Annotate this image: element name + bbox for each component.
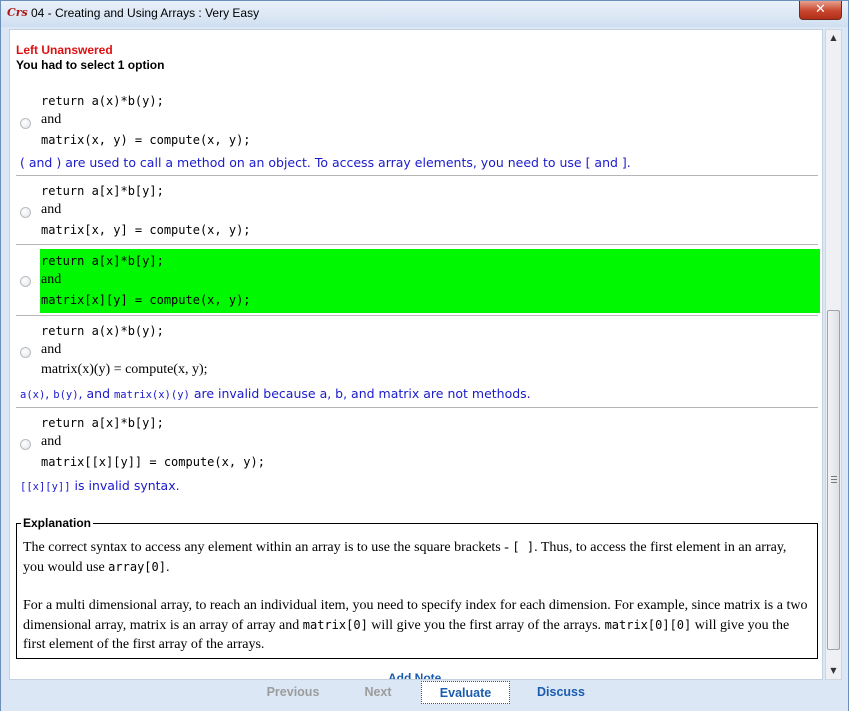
explanation-code: [ ] [512, 540, 535, 554]
feedback-text: is invalid syntax. [70, 478, 180, 493]
option-line: and [41, 272, 62, 287]
option-feedback: [[x][y]] is invalid syntax. [20, 478, 180, 493]
option-line: matrix[x, y] = compute(x, y); [41, 223, 251, 237]
explanation-box: Explanation The correct syntax to access… [16, 516, 818, 659]
option-line: and [41, 342, 62, 357]
add-note-link[interactable]: Add Note [388, 671, 441, 679]
feedback-code: b(y) [53, 389, 79, 401]
answer-option-5: return a[x]*b[y]; and matrix[[x][y]] = c… [16, 414, 818, 500]
explanation-paragraph-1: The correct syntax to access any element… [23, 538, 808, 577]
option-text: return a[x]*b[y]; and matrix[[x][y]] = c… [40, 414, 820, 474]
explanation-paragraph-2: For a multi dimensional array, to reach … [23, 596, 808, 655]
option-line: return a[x]*b[y]; [41, 184, 164, 198]
option-divider [16, 315, 818, 316]
explanation-code: matrix[0] [302, 617, 368, 632]
option-line: matrix(x, y) = compute(x, y); [41, 133, 251, 147]
discuss-button[interactable]: Discuss [527, 681, 595, 704]
correct-answer-highlight: return a[x]*b[y]; and matrix[x][y] = com… [40, 249, 820, 313]
option-line: and [41, 434, 62, 449]
option-divider [16, 175, 818, 176]
option-line: return a[x]*b[y]; [41, 254, 164, 268]
option-feedback: a(x), b(y), and matrix(x)(y) are invalid… [20, 386, 531, 401]
option-radio[interactable] [20, 347, 31, 358]
grip-icon [831, 476, 837, 483]
explanation-code: matrix[0][0] [604, 617, 692, 632]
option-radio[interactable] [20, 439, 31, 450]
option-line: and [41, 112, 62, 127]
dialog-window: Crs 04 - Creating and Using Arrays : Ver… [0, 0, 849, 711]
next-button[interactable]: Next [356, 681, 400, 704]
option-text: return a(x)*b(y); and matrix(x, y) = com… [40, 91, 820, 151]
feedback-text: are invalid because a, b, and matrix are… [189, 386, 531, 401]
footer-toolbar: Previous Next Evaluate Discuss [1, 680, 848, 711]
feedback-code: matrix(x)(y) [113, 389, 190, 401]
option-text: return a(x)*b(y); and matrix(x)(y) = com… [40, 322, 820, 382]
scrollbar-thumb[interactable] [827, 310, 840, 650]
previous-button[interactable]: Previous [257, 681, 329, 704]
explanation-code: array[0] [108, 559, 166, 574]
option-radio[interactable] [20, 118, 31, 129]
close-button[interactable]: ✕ [799, 1, 842, 20]
scroll-up-arrow-icon[interactable]: ▲ [826, 30, 841, 46]
evaluate-button[interactable]: Evaluate [421, 681, 510, 704]
option-line: matrix[[x][y]] = compute(x, y); [41, 455, 265, 469]
option-line: matrix(x)(y) = compute(x, y); [41, 362, 208, 377]
question-panel: Left Unanswered You had to select 1 opti… [9, 29, 823, 680]
answer-option-4: return a(x)*b(y); and matrix(x)(y) = com… [16, 322, 818, 408]
vertical-scrollbar[interactable]: ▲ ▼ [825, 29, 842, 680]
app-logo-icon: Crs [7, 6, 28, 19]
option-feedback: ( and ) are used to call a method on an … [20, 155, 631, 170]
option-line: return a(x)*b(y); [41, 324, 164, 338]
explanation-text: The correct syntax to access any element… [23, 540, 513, 555]
feedback-text: , and [78, 386, 114, 401]
answer-status: Left Unanswered [16, 43, 113, 57]
explanation-text: . [165, 559, 170, 575]
option-line: and [41, 202, 62, 217]
scroll-down-arrow-icon[interactable]: ▼ [826, 663, 841, 679]
feedback-code: [[x][y]] [20, 481, 71, 493]
explanation-text: will give you the first array of the arr… [367, 617, 605, 633]
option-radio[interactable] [20, 276, 31, 287]
window-title: 04 - Creating and Using Arrays : Very Ea… [31, 6, 260, 20]
option-radio[interactable] [20, 207, 31, 218]
answer-option-1: return a(x)*b(y); and matrix(x, y) = com… [16, 91, 818, 177]
question-instruction: You had to select 1 option [16, 58, 165, 72]
answer-option-3: return a[x]*b[y]; and matrix[x][y] = com… [16, 249, 820, 315]
option-divider [16, 244, 818, 245]
feedback-code: a(x) [20, 389, 46, 401]
option-line: matrix[x][y] = compute(x, y); [41, 293, 251, 307]
title-bar[interactable]: Crs 04 - Creating and Using Arrays : Ver… [1, 1, 848, 27]
option-divider [16, 407, 818, 408]
answer-option-2: return a[x]*b[y]; and matrix[x, y] = com… [16, 182, 818, 244]
option-line: return a(x)*b(y); [41, 94, 164, 108]
explanation-heading: Explanation [21, 516, 94, 530]
option-text: return a[x]*b[y]; and matrix[x, y] = com… [40, 182, 820, 242]
option-line: return a[x]*b[y]; [41, 416, 164, 430]
